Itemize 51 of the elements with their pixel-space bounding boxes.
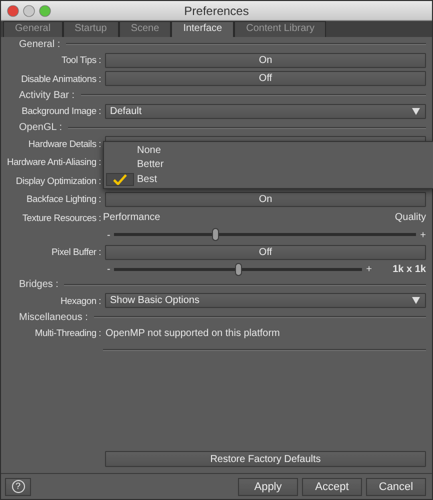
dialog-button[interactable]: Cancel — [366, 478, 426, 496]
section-heading: Miscellaneous : — [18, 310, 88, 324]
section-heading: Bridges : — [18, 278, 58, 292]
plus-label: + — [420, 228, 426, 242]
help-button[interactable]: ? — [5, 478, 31, 496]
zoom-icon[interactable] — [39, 4, 51, 16]
minus-label: - — [107, 228, 110, 242]
min-caption: Performance — [103, 211, 160, 226]
field-label: Hardware Details : — [27, 136, 102, 151]
field-label: Multi-Threading : — [34, 326, 102, 340]
toggle-button[interactable]: On — [105, 192, 426, 207]
toggle-button[interactable]: Off — [105, 244, 426, 260]
tab[interactable]: Interface — [171, 21, 234, 37]
dropdown-arrow-icon — [412, 297, 420, 304]
toggle-button[interactable]: On — [105, 52, 426, 68]
field-label: Background Image : — [20, 104, 102, 118]
dropdown[interactable]: Show Basic Options — [105, 293, 426, 308]
menu-option[interactable]: Better — [104, 158, 433, 172]
dialog-button[interactable]: Accept — [302, 478, 362, 496]
minimize-icon[interactable] — [23, 4, 35, 16]
tab[interactable]: Scene — [118, 21, 172, 37]
tab[interactable]: Startup — [62, 21, 119, 37]
window-title: Preferences — [184, 2, 249, 20]
tab[interactable]: General — [3, 21, 63, 37]
menu-option[interactable]: Best — [104, 172, 433, 186]
max-caption: Quality — [394, 211, 426, 226]
field-label: Tool Tips : — [60, 53, 102, 68]
field-label: Pixel Buffer : — [50, 245, 102, 260]
close-icon[interactable] — [7, 4, 19, 16]
dropdown-arrow-icon — [412, 108, 420, 115]
field-label: Hardware Anti-Aliasing : — [6, 155, 102, 170]
slider-reading: 1k x 1k — [392, 263, 426, 277]
field-label: Disable Animations : — [20, 72, 102, 86]
minus-label: - — [107, 263, 110, 277]
tab[interactable]: Content Library — [234, 21, 326, 37]
section-heading: OpenGL : — [18, 121, 62, 135]
dialog-button[interactable]: Apply — [238, 478, 298, 496]
dropdown[interactable]: Default — [105, 104, 426, 119]
section-heading: Activity Bar : — [18, 88, 75, 102]
field-label: Hexagon : — [60, 294, 102, 308]
menu-option[interactable]: None — [104, 143, 433, 158]
field-label: Backface Lighting : — [26, 192, 102, 206]
field-value: OpenMP not supported on this platform — [104, 326, 280, 341]
toggle-button[interactable]: Off — [105, 71, 426, 86]
plus-label: + — [366, 263, 372, 277]
restore-defaults-button[interactable]: Restore Factory Defaults — [105, 451, 426, 467]
field-label: Texture Resources : — [21, 210, 102, 225]
slider-thumb[interactable] — [235, 262, 242, 276]
slider-thumb[interactable] — [212, 228, 220, 241]
section-heading: General : — [18, 38, 60, 52]
field-label: Display Optimization : — [14, 174, 102, 188]
